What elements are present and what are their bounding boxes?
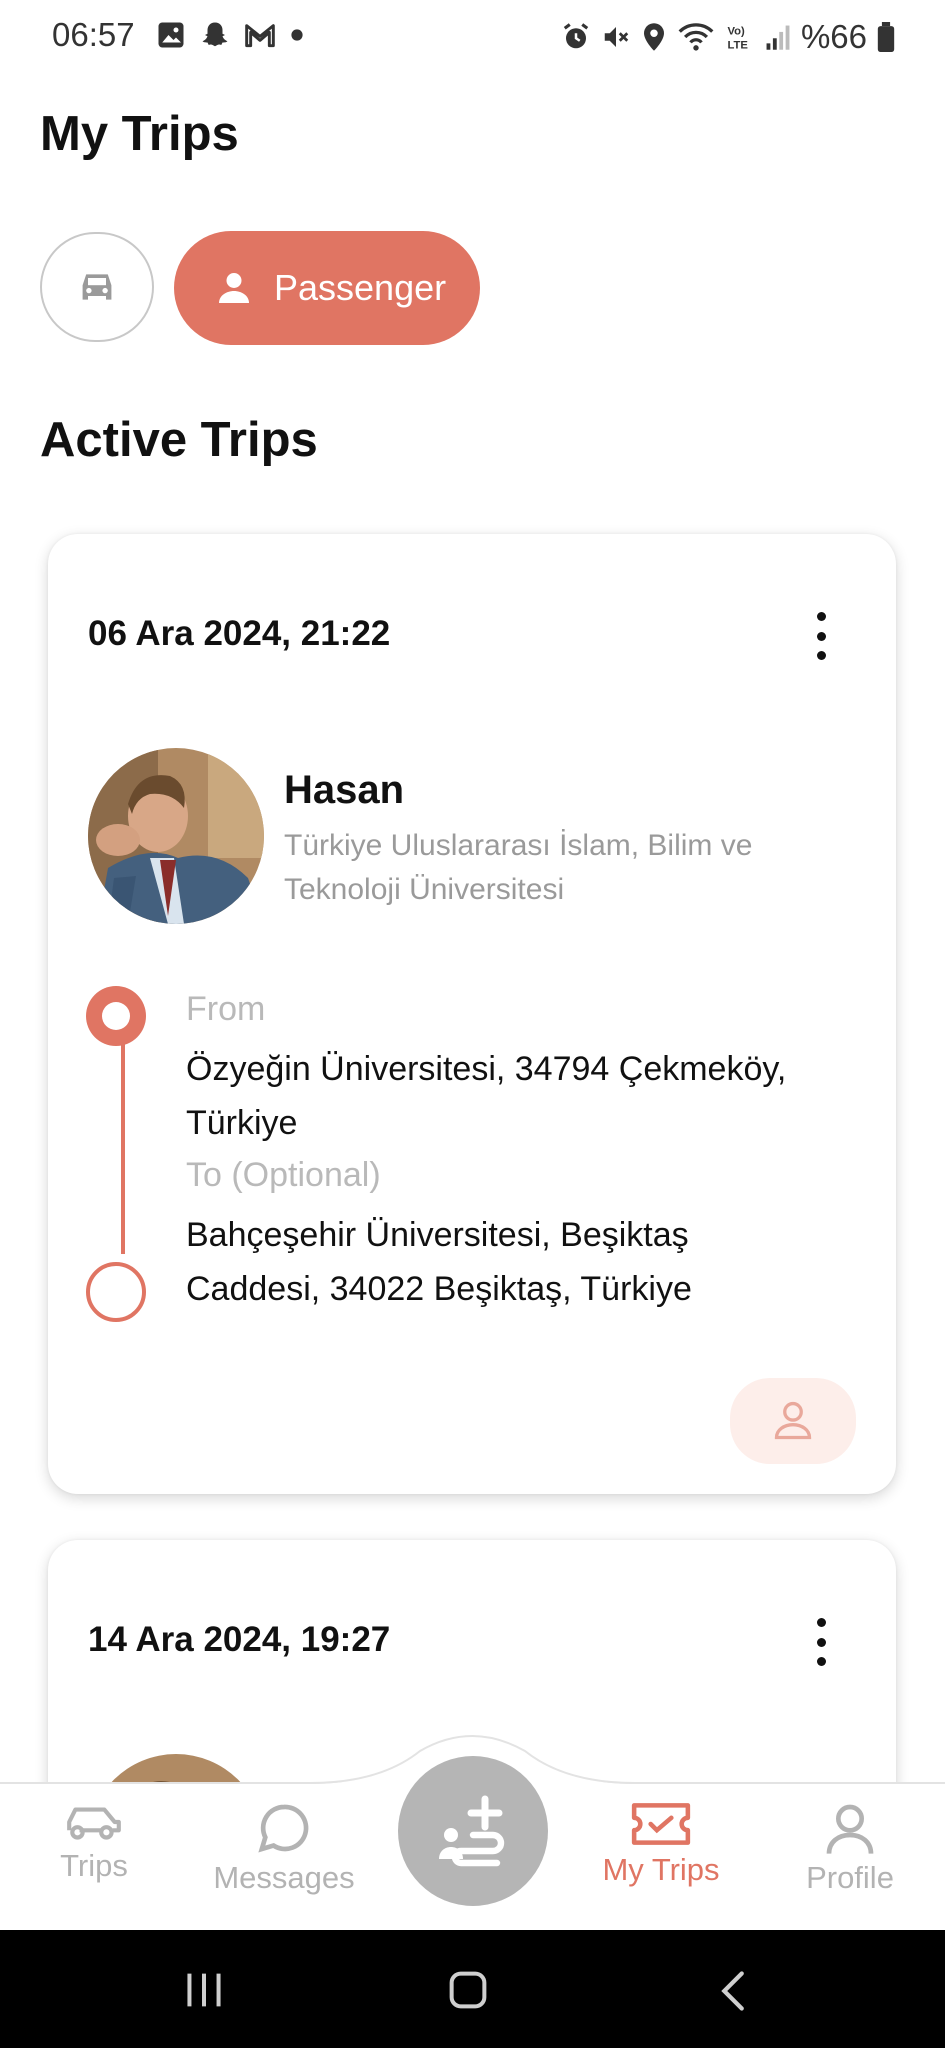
system-icons: Vo) LTE %66 — [561, 18, 895, 56]
trip-date: 14 Ara 2024, 19:27 — [88, 1620, 391, 1659]
trip-date: 06 Ara 2024, 21:22 — [88, 614, 391, 653]
role-toggle: Passenger — [40, 231, 481, 345]
trip-card[interactable]: 06 Ara 2024, 21:22 Hasan Türkiye Uluslar… — [48, 534, 896, 1494]
nav-my-trips[interactable]: My Trips — [590, 1800, 732, 1888]
status-time: 06:57 — [52, 16, 135, 53]
nav-profile[interactable]: Profile — [796, 1800, 904, 1896]
nav-messages[interactable]: Messages — [206, 1800, 362, 1896]
route-line — [121, 1014, 125, 1254]
nav-my-trips-label: My Trips — [602, 1852, 720, 1887]
nav-messages-label: Messages — [213, 1860, 355, 1895]
page-title: My Trips — [40, 107, 239, 161]
add-passenger-route-icon — [439, 1795, 505, 1867]
destination-marker-icon — [86, 1262, 146, 1322]
person-outline-icon — [774, 1401, 812, 1440]
nav-trips[interactable]: Trips — [44, 1800, 144, 1884]
chat-bubble-icon — [258, 1804, 309, 1853]
notification-icons — [156, 20, 304, 50]
to-label: To (Optional) — [186, 1156, 381, 1194]
status-bar: 06:57 Vo) LTE %66 — [0, 0, 945, 72]
to-address: Bahçeşehir Üniversitesi, Beşiktaş Caddes… — [186, 1216, 692, 1308]
ticket-check-icon — [631, 1803, 691, 1845]
passenger-seat-button[interactable] — [730, 1378, 856, 1464]
back-icon[interactable] — [716, 1970, 750, 2012]
add-trip-button[interactable] — [398, 1756, 548, 1906]
passenger-role-label: Passenger — [274, 267, 447, 308]
svg-text:Vo): Vo) — [727, 26, 745, 38]
from-address: Özyeğin Üniversitesi, 34794 Çekmeköy, Tü… — [186, 1050, 787, 1142]
origin-marker-icon — [86, 986, 146, 1046]
car-icon — [82, 274, 112, 300]
avatar — [88, 748, 264, 924]
home-icon[interactable] — [446, 1970, 490, 2010]
dot-icon — [291, 29, 303, 41]
gallery-icon — [158, 22, 184, 48]
passenger-role-button[interactable]: Passenger — [174, 231, 481, 345]
alarm-icon — [563, 23, 589, 49]
driver-role-button[interactable] — [40, 232, 154, 342]
driver-university: Türkiye Uluslararası İslam, Bilim ve Tek… — [284, 829, 753, 906]
recent-apps-icon[interactable] — [182, 1970, 226, 2010]
signal-icon — [766, 25, 790, 50]
volte-icon: Vo)LTE — [727, 26, 748, 52]
nav-profile-label: Profile — [806, 1860, 894, 1895]
battery-percent: %66 — [800, 18, 867, 55]
wifi-icon — [678, 23, 714, 51]
person-icon — [219, 273, 249, 303]
svg-text:LTE: LTE — [727, 39, 748, 51]
driver-name: Hasan — [284, 768, 405, 812]
more-options-icon[interactable] — [816, 1618, 826, 1666]
mute-icon — [604, 27, 629, 47]
from-label: From — [186, 990, 266, 1028]
gmail-icon — [245, 24, 275, 48]
location-icon — [643, 23, 664, 51]
car-outline-icon — [67, 1807, 121, 1840]
section-title: Active Trips — [40, 413, 318, 467]
profile-icon — [826, 1804, 874, 1854]
system-navigation-bar — [0, 1930, 945, 2048]
battery-icon — [877, 22, 895, 52]
nav-trips-label: Trips — [60, 1848, 128, 1883]
snapchat-icon — [202, 22, 228, 47]
more-options-icon[interactable] — [816, 612, 826, 660]
